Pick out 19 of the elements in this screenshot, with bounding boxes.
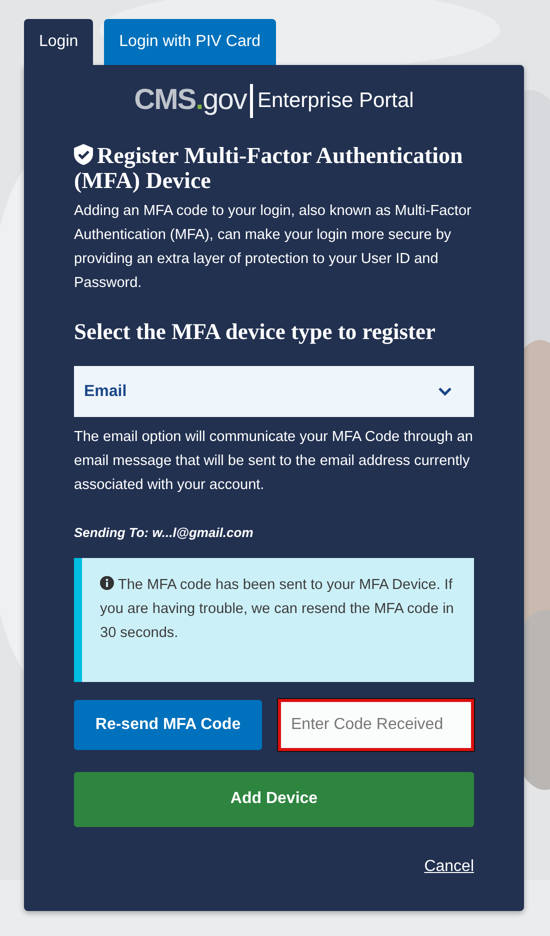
sending-to-text: Sending To: w...l@gmail.com	[74, 524, 254, 542]
device-description: The email option will communicate your MFA Code through an email message that will be sent to the email address currently associated with your account.	[74, 428, 474, 496]
chevron-down-icon	[438, 387, 452, 396]
logo-text: CMS.gov	[134, 83, 246, 118]
section-heading: Select the MFA device type to register	[74, 318, 437, 346]
tab[interactable]: Login	[24, 19, 94, 65]
device-select[interactable]: Email	[74, 366, 474, 418]
page-title: Register Multi-Factor Authentication (MFA) Device	[74, 142, 464, 192]
alert-message: The MFA code has been sent to your MFA Device. If you are having trouble, we can resend the MFA code in 30 seconds.	[100, 574, 454, 643]
tab[interactable]: Login with PIV Card	[104, 19, 276, 65]
info-icon	[100, 576, 114, 590]
shield-check-icon	[74, 144, 93, 164]
resend-code-button[interactable]: Re-send MFA Code	[74, 700, 262, 750]
code-input-field[interactable]: Enter Code Received	[278, 698, 474, 751]
intro-text: Adding an MFA code to your login, also known as Multi-Factor Authentication (MFA), can make your login more secure by providing an extra layer of protection to your User ID and Password.	[74, 202, 472, 292]
cancel-link[interactable]: Cancel	[424, 858, 474, 875]
add-device-button[interactable]: Add Device	[74, 772, 474, 827]
logo-divider	[250, 84, 254, 118]
portal-name: Enterprise Portal	[257, 88, 414, 114]
